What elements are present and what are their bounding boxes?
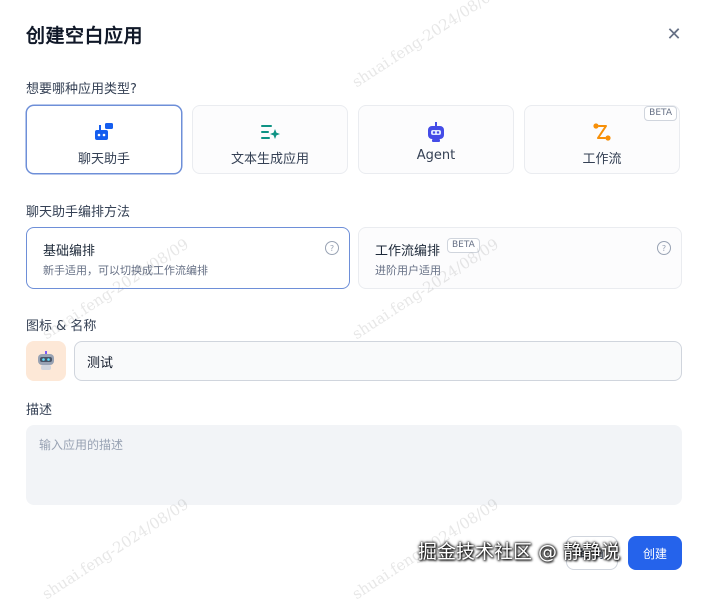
method-workflow-desc: 进阶用户适用 [375, 264, 441, 277]
watermark-text: shuai.feng-2024/08/09 [38, 494, 192, 603]
app-avatar[interactable] [26, 341, 66, 381]
app-type-label-text-generation: 文本生成应用 [230, 152, 309, 167]
method-workflow[interactable]: 工作流编排 BETA 进阶用户适用 ? [358, 227, 682, 289]
description-textarea[interactable] [26, 425, 682, 505]
app-type-label-chatbot: 聊天助手 [77, 152, 130, 167]
beta-badge: BETA [644, 106, 677, 121]
beta-badge: BETA [447, 238, 480, 253]
help-icon[interactable]: ? [325, 241, 339, 255]
workflow-icon [593, 123, 611, 141]
robot-avatar-icon [38, 351, 54, 370]
close-icon[interactable]: ✕ [664, 24, 684, 45]
description-label: 描述 [26, 403, 53, 418]
text-generation-icon [261, 125, 280, 139]
dialog-title: 创建空白应用 [26, 25, 144, 47]
cancel-button[interactable]: 取消 [566, 536, 618, 570]
app-type-label: 想要哪种应用类型? [26, 82, 137, 97]
method-basic-desc: 新手适用，可以切换成工作流编排 [43, 264, 208, 277]
app-type-workflow[interactable]: BETA 工作流 [524, 105, 680, 174]
app-type-text-generation[interactable]: 文本生成应用 [192, 105, 348, 174]
watermark-text: shuai.feng-2024/08/09 [348, 0, 502, 92]
method-label: 聊天助手编排方法 [26, 205, 131, 220]
app-type-chatbot[interactable]: 聊天助手 [26, 105, 182, 174]
app-type-label-agent: Agent [416, 148, 456, 163]
app-type-label-workflow: 工作流 [582, 152, 622, 167]
agent-robot-icon [428, 122, 444, 142]
watermark-text: shuai.feng-2024/08/09 [348, 494, 502, 603]
help-icon[interactable]: ? [657, 241, 671, 255]
app-name-input[interactable] [74, 341, 682, 381]
create-button[interactable]: 创建 [628, 536, 682, 570]
app-type-agent[interactable]: Agent [358, 105, 514, 174]
chat-bot-icon [95, 123, 113, 140]
icon-name-label: 图标 & 名称 [26, 319, 97, 334]
method-basic-title: 基础编排 [43, 244, 96, 259]
method-workflow-title: 工作流编排 [375, 244, 441, 259]
method-basic[interactable]: 基础编排 新手适用，可以切换成工作流编排 ? [26, 227, 350, 289]
